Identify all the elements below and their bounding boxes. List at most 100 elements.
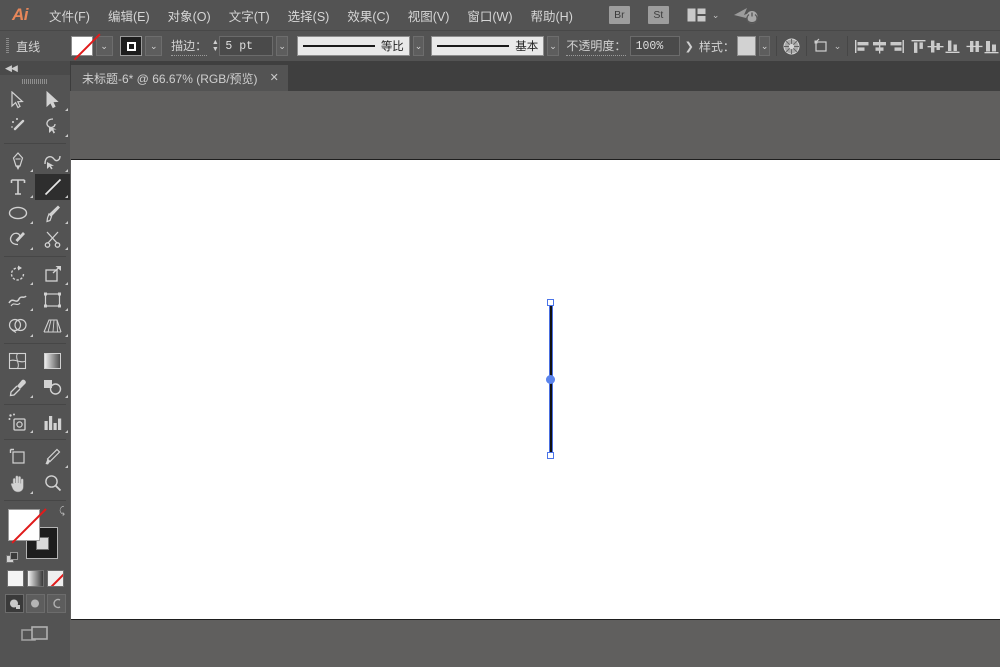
rotate-tool[interactable] <box>0 261 35 287</box>
artboard-tool[interactable] <box>0 444 35 470</box>
menu-type[interactable]: 文字(T) <box>220 0 279 30</box>
swap-fill-stroke-icon[interactable]: ⤹ <box>59 506 65 517</box>
stock-search-icon[interactable] <box>733 6 759 24</box>
center-point[interactable] <box>546 375 555 384</box>
stock-button[interactable]: St <box>647 6 669 24</box>
align-left-icon[interactable] <box>854 35 871 57</box>
curvature-tool[interactable] <box>35 148 70 174</box>
type-tool[interactable] <box>0 174 35 200</box>
profile-label: 等比 <box>380 41 404 53</box>
document-tab-strip: 未标题-6* @ 66.67% (RGB/预览) ✕ <box>0 61 1000 91</box>
arrange-chevron-down-icon[interactable]: ⌄ <box>712 10 720 21</box>
menu-file[interactable]: 文件(F) <box>40 0 99 30</box>
menu-effect[interactable]: 效果(C) <box>338 0 398 30</box>
stroke-dropdown-chevron-icon[interactable]: ⌄ <box>145 36 163 56</box>
fill-color-swatch-none[interactable] <box>8 509 40 541</box>
symbol-sprayer-tool[interactable] <box>0 409 35 435</box>
magic-wand-tool[interactable] <box>0 113 35 139</box>
transform-icon[interactable] <box>813 35 830 57</box>
control-panel-grabber[interactable] <box>6 38 10 54</box>
default-fill-stroke-icon[interactable] <box>6 552 19 565</box>
paintbrush-tool[interactable] <box>35 200 70 226</box>
arrange-documents-icon[interactable] <box>686 6 708 24</box>
bridge-button[interactable]: Br <box>608 6 630 24</box>
draw-behind-button[interactable] <box>25 594 45 613</box>
opacity-input[interactable]: 100% <box>629 36 680 56</box>
menu-help[interactable]: 帮助(H) <box>522 0 582 30</box>
illustrator-window: Ai 文件(F) 编辑(E) 对象(O) 文字(T) 选择(S) 效果(C) 视… <box>0 0 1000 667</box>
direct-selection-tool[interactable] <box>35 87 70 113</box>
transform-chevron-down-icon[interactable]: ⌄ <box>834 41 842 52</box>
menu-window[interactable]: 窗口(W) <box>458 0 521 30</box>
zoom-tool[interactable] <box>35 470 70 496</box>
draw-normal-button[interactable] <box>4 594 24 613</box>
align-right-icon[interactable] <box>888 35 905 57</box>
pen-tool[interactable] <box>0 148 35 174</box>
shape-builder-tool[interactable] <box>0 313 35 339</box>
fill-control-group: ⌄ <box>70 36 113 56</box>
hand-tool[interactable] <box>0 470 35 496</box>
lasso-tool[interactable] <box>35 113 70 139</box>
close-icon[interactable]: ✕ <box>270 72 279 84</box>
document-tab[interactable]: 未标题-6* @ 66.67% (RGB/预览) ✕ <box>70 65 288 91</box>
brush-definition-chevron-icon[interactable]: ⌄ <box>547 36 559 56</box>
align-top-icon[interactable] <box>910 35 927 57</box>
graphic-style-swatch[interactable] <box>737 36 756 56</box>
menu-object[interactable]: 对象(O) <box>159 0 220 30</box>
distribute-bottom-icon[interactable] <box>983 35 1000 57</box>
align-horizontal-center-icon[interactable] <box>871 35 888 57</box>
stroke-profile-combo[interactable]: 等比 <box>296 36 410 56</box>
opacity-more-chevron-icon[interactable]: ❯ <box>685 40 694 53</box>
stroke-profile-chevron-icon[interactable]: ⌄ <box>412 36 425 56</box>
collapse-panel-icon[interactable]: ◀◀ <box>5 63 18 74</box>
free-transform-tool[interactable] <box>35 287 70 313</box>
draw-inside-button[interactable] <box>46 594 66 613</box>
fill-swatch-none[interactable] <box>70 36 93 56</box>
graphic-style-chevron-icon[interactable]: ⌄ <box>758 36 771 56</box>
stroke-weight-stepper[interactable]: ▲ ▼ <box>211 36 219 56</box>
menu-select[interactable]: 选择(S) <box>279 0 339 30</box>
screen-mode-button[interactable] <box>21 625 49 650</box>
selection-tool[interactable] <box>0 87 35 113</box>
align-vertical-center-icon[interactable] <box>927 35 944 57</box>
opacity-label: 不透明度： <box>566 37 627 56</box>
gradient-tool[interactable] <box>35 348 70 374</box>
none-mode-button[interactable] <box>46 570 64 587</box>
artboard[interactable] <box>71 159 1000 620</box>
menu-view[interactable]: 视图(V) <box>399 0 459 30</box>
eyedropper-tool[interactable] <box>0 374 35 400</box>
stroke-weight-input[interactable]: 5 pt <box>219 36 274 56</box>
color-mode-button[interactable] <box>6 570 24 587</box>
canvas-area[interactable]: Baidu 经验 jingyan.baidu.com <box>70 91 1000 667</box>
width-tool[interactable] <box>0 287 35 313</box>
recolor-artwork-icon[interactable] <box>783 35 800 57</box>
anchor-point-bottom[interactable] <box>547 452 554 459</box>
anchor-point-top[interactable] <box>547 299 554 306</box>
ellipse-tool[interactable] <box>0 200 35 226</box>
scissors-tool[interactable] <box>35 226 70 252</box>
gradient-mode-button[interactable] <box>26 570 44 587</box>
stroke-control-group: ⌄ <box>120 36 163 56</box>
column-graph-tool[interactable] <box>35 409 70 435</box>
color-mode-row <box>0 570 70 587</box>
align-bottom-icon[interactable] <box>944 35 961 57</box>
mesh-tool[interactable] <box>0 348 35 374</box>
distribute-horizontal-center-icon[interactable] <box>966 35 983 57</box>
fill-dropdown-chevron-icon[interactable]: ⌄ <box>95 36 113 56</box>
ai-logo-icon: Ai <box>12 5 29 24</box>
stroke-swatch-black[interactable] <box>120 36 143 56</box>
blend-tool[interactable] <box>35 374 70 400</box>
active-tool-label: 直线 <box>16 39 41 54</box>
perspective-grid-tool[interactable] <box>35 313 70 339</box>
slice-tool[interactable] <box>35 444 70 470</box>
tools-panel-grabber[interactable] <box>0 75 70 87</box>
stroke-weight-label: 描边： <box>171 37 208 56</box>
screen-mode-row <box>0 625 70 650</box>
stroke-weight-chevron-icon[interactable]: ⌄ <box>276 36 288 56</box>
brush-definition-combo[interactable]: 基本 <box>431 36 545 56</box>
line-segment-tool[interactable] <box>35 174 70 200</box>
menu-edit[interactable]: 编辑(E) <box>99 0 159 30</box>
fill-stroke-widget: ⤹ <box>0 505 70 567</box>
shaper-tool[interactable] <box>0 226 35 252</box>
scale-tool[interactable] <box>35 261 70 287</box>
